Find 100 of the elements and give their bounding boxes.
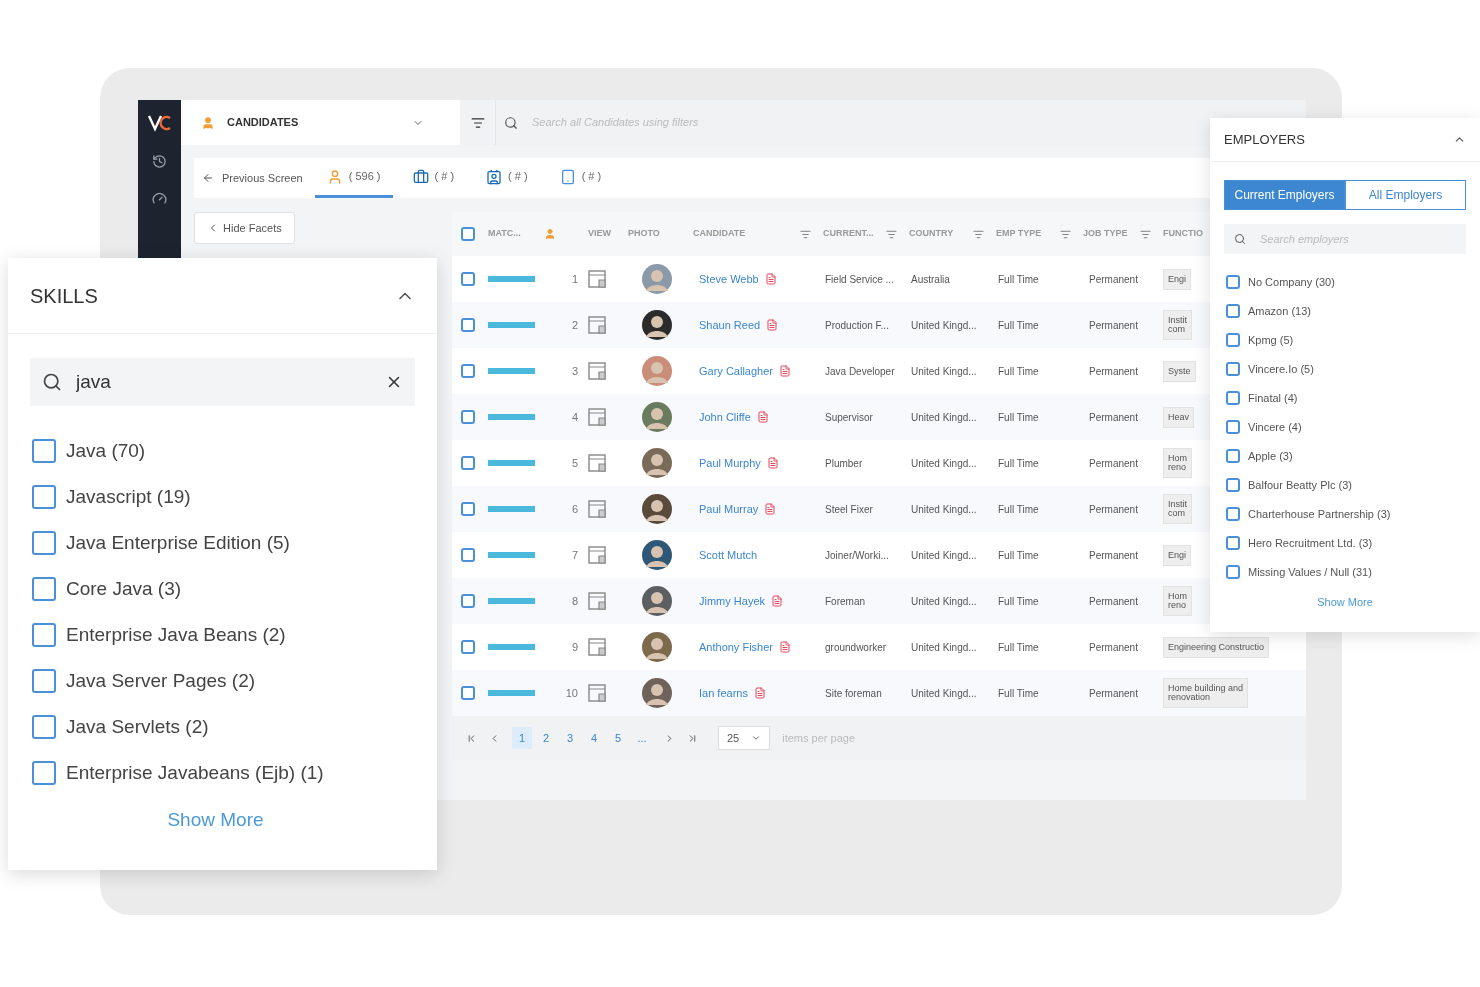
employer-search-field[interactable]: Search employers bbox=[1224, 224, 1466, 254]
skill-option[interactable]: Javascript (19) bbox=[66, 484, 191, 510]
checkbox[interactable] bbox=[32, 531, 56, 555]
checkbox[interactable] bbox=[461, 227, 475, 241]
checkbox[interactable] bbox=[1226, 275, 1240, 289]
checkbox[interactable] bbox=[32, 669, 56, 693]
view-icon[interactable] bbox=[588, 270, 606, 288]
document-icon[interactable] bbox=[779, 641, 791, 653]
checkbox[interactable] bbox=[32, 761, 56, 785]
hide-facets-button[interactable]: Hide Facets bbox=[194, 212, 295, 244]
checkbox[interactable] bbox=[1226, 565, 1240, 579]
skill-option[interactable]: Java (70) bbox=[66, 438, 146, 464]
skill-option[interactable]: Java Server Pages (2) bbox=[66, 668, 256, 694]
candidate-link[interactable]: Steve Webb bbox=[699, 270, 759, 288]
skill-option[interactable]: Enterprise Java Beans (2) bbox=[66, 622, 286, 648]
filter-icon[interactable] bbox=[800, 228, 811, 240]
checkbox[interactable] bbox=[461, 640, 475, 654]
checkbox[interactable] bbox=[461, 272, 475, 286]
document-icon[interactable] bbox=[764, 273, 777, 285]
skill-option[interactable]: Java Servlets (2) bbox=[66, 714, 209, 740]
candidate-link[interactable]: Paul Murray bbox=[699, 500, 759, 518]
last-page-icon[interactable] bbox=[687, 732, 698, 744]
checkbox[interactable] bbox=[1226, 420, 1240, 434]
checkbox[interactable] bbox=[1226, 536, 1240, 550]
employer-option[interactable]: Vincere.Io (5) bbox=[1248, 361, 1314, 377]
view-icon[interactable] bbox=[588, 362, 606, 380]
view-icon[interactable] bbox=[588, 592, 606, 610]
document-icon[interactable] bbox=[756, 411, 769, 423]
document-icon[interactable] bbox=[766, 319, 779, 331]
segment-button[interactable]: All Employers bbox=[1345, 180, 1466, 210]
per-page-select[interactable]: 25 bbox=[718, 726, 771, 750]
view-icon[interactable] bbox=[588, 684, 606, 702]
candidate-link[interactable]: John Cliffe bbox=[699, 408, 751, 426]
view-icon[interactable] bbox=[588, 546, 606, 564]
checkbox[interactable] bbox=[1226, 449, 1240, 463]
skill-option[interactable]: Enterprise Javabeans (Ejb) (1) bbox=[66, 760, 324, 786]
history-icon[interactable] bbox=[152, 154, 167, 169]
checkbox[interactable] bbox=[461, 548, 475, 562]
employer-option[interactable]: Charterhouse Partnership (3) bbox=[1248, 506, 1391, 522]
candidate-link[interactable]: Jimmy Hayek bbox=[699, 592, 765, 610]
view-icon[interactable] bbox=[588, 316, 606, 334]
employer-option[interactable]: Kpmg (5) bbox=[1248, 332, 1294, 348]
back-link[interactable]: Previous Screen bbox=[194, 158, 311, 198]
search-input[interactable]: java bbox=[76, 367, 371, 397]
checkbox[interactable] bbox=[461, 456, 475, 470]
skills-search-field[interactable]: java bbox=[30, 358, 415, 406]
employer-option[interactable]: Vincere (4) bbox=[1248, 419, 1302, 435]
checkbox[interactable] bbox=[1226, 391, 1240, 405]
employer-option[interactable]: Amazon (13) bbox=[1248, 303, 1311, 319]
checkbox[interactable] bbox=[1226, 333, 1240, 347]
segment-button[interactable]: Current Employers bbox=[1224, 180, 1345, 210]
checkbox[interactable] bbox=[32, 577, 56, 601]
checkbox[interactable] bbox=[461, 502, 475, 516]
tab[interactable]: ( # ) bbox=[547, 158, 614, 198]
employer-option[interactable]: Hero Recruitment Ltd. (3) bbox=[1248, 535, 1373, 551]
filter-icon[interactable] bbox=[886, 228, 897, 240]
checkbox[interactable] bbox=[461, 686, 475, 700]
filter-icon[interactable] bbox=[973, 228, 984, 240]
checkbox[interactable] bbox=[32, 485, 56, 509]
page-button[interactable]: 5 bbox=[608, 727, 628, 749]
checkbox[interactable] bbox=[1226, 304, 1240, 318]
checkbox[interactable] bbox=[461, 594, 475, 608]
employer-option[interactable]: Apple (3) bbox=[1248, 448, 1293, 464]
first-page-icon[interactable] bbox=[466, 732, 477, 744]
checkbox[interactable] bbox=[32, 623, 56, 647]
module-selector[interactable]: CANDIDATES bbox=[181, 100, 444, 145]
employer-option[interactable]: Missing Values / Null (31) bbox=[1248, 564, 1372, 580]
employer-option[interactable]: Finatal (4) bbox=[1248, 390, 1298, 406]
view-icon[interactable] bbox=[588, 638, 606, 656]
document-icon[interactable] bbox=[779, 365, 791, 377]
employer-option[interactable]: Balfour Beatty Plc (3) bbox=[1248, 477, 1352, 493]
candidate-link[interactable]: Scott Mutch bbox=[699, 546, 758, 564]
skill-option[interactable]: Java Enterprise Edition (5) bbox=[66, 530, 290, 556]
checkbox[interactable] bbox=[461, 318, 475, 332]
checkbox[interactable] bbox=[461, 410, 475, 424]
candidate-link[interactable]: Ian fearns bbox=[699, 684, 748, 702]
tab[interactable]: ( 596 ) bbox=[314, 158, 393, 198]
candidate-link[interactable]: Paul Murphy bbox=[699, 454, 761, 472]
view-icon[interactable] bbox=[588, 500, 606, 518]
filter-icon[interactable] bbox=[1060, 228, 1071, 240]
skill-option[interactable]: Core Java (3) bbox=[66, 576, 182, 602]
logo-icon[interactable] bbox=[146, 114, 173, 132]
checkbox[interactable] bbox=[1226, 478, 1240, 492]
page-button[interactable]: 2 bbox=[536, 727, 556, 749]
tab[interactable]: ( # ) bbox=[400, 158, 467, 198]
view-icon[interactable] bbox=[588, 408, 606, 426]
document-icon[interactable] bbox=[766, 457, 779, 469]
checkbox[interactable] bbox=[1226, 362, 1240, 376]
gauge-icon[interactable] bbox=[152, 191, 167, 206]
tab[interactable]: ( # ) bbox=[474, 158, 540, 198]
candidate-link[interactable]: Anthony Fisher bbox=[699, 638, 773, 656]
candidate-link[interactable]: Gary Callagher bbox=[699, 362, 773, 380]
filter-icon[interactable] bbox=[1140, 228, 1151, 240]
checkbox[interactable] bbox=[1226, 507, 1240, 521]
checkbox[interactable] bbox=[461, 364, 475, 378]
search-input[interactable]: Search employers bbox=[1260, 230, 1456, 248]
candidate-link[interactable]: Shaun Reed bbox=[699, 316, 761, 334]
checkbox[interactable] bbox=[32, 439, 56, 463]
page-button[interactable]: 3 bbox=[560, 727, 580, 749]
filter-icon[interactable] bbox=[470, 115, 485, 130]
